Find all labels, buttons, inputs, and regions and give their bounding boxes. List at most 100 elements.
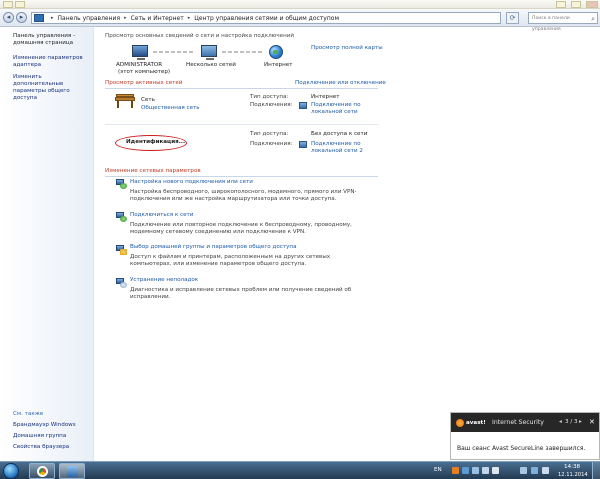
- address-bar: ◂ ▸ ▸ Панель управления ▸ Сеть и Интерне…: [0, 9, 600, 32]
- change-settings-heading: Изменение сетевых параметров: [105, 168, 201, 174]
- change-adapter-settings-link[interactable]: Изменение параметров адаптера: [13, 55, 91, 69]
- task-homegroup-link[interactable]: Выбор домашней группы и параметров общег…: [130, 244, 297, 251]
- left-pane: Панель управления - домашняя страница Из…: [0, 27, 94, 461]
- map-connector: [153, 51, 195, 53]
- clock-time[interactable]: 14:38: [564, 464, 580, 470]
- refresh-button[interactable]: ⟳: [506, 12, 519, 24]
- see-also-heading: См. также: [13, 411, 44, 417]
- network1-access-value: Интернет: [311, 94, 340, 100]
- back-button[interactable]: ◂: [3, 12, 14, 23]
- network2-access-label: Тип доступа:: [250, 131, 289, 137]
- notification-counter: 3 / 3: [565, 419, 578, 425]
- homegroup-icon: [116, 245, 127, 255]
- close-button[interactable]: [586, 1, 598, 8]
- task-homegroup-desc: Доступ к файлам и принтерам, расположенн…: [130, 254, 331, 267]
- next-icon[interactable]: ▸: [579, 419, 582, 425]
- task-troubleshoot-desc: Диагностика и исправление сетевых пробле…: [130, 287, 352, 300]
- network-icon: [201, 45, 217, 60]
- map-node-internet: Интернет: [264, 62, 293, 68]
- advanced-sharing-link[interactable]: Изменить дополнительные параметры общего…: [13, 74, 93, 102]
- network-tray-icon[interactable]: [482, 467, 489, 474]
- tray-icon[interactable]: [520, 467, 527, 474]
- internet-globe-icon: [269, 45, 283, 59]
- main-content: Просмотр основных сведений о сети и наст…: [95, 27, 600, 461]
- task-connect-link[interactable]: Подключиться к сети: [130, 212, 193, 219]
- breadcrumb[interactable]: ▸ Панель управления ▸ Сеть и Интернет ▸ …: [31, 12, 501, 24]
- control-panel-icon: [34, 14, 44, 22]
- clock-date[interactable]: 12.11.2014: [558, 472, 588, 478]
- minimize-button[interactable]: [556, 1, 566, 8]
- notification-header: avast! Internet Security ◂ 3 / 3 ▸ ✕: [451, 413, 599, 432]
- toolbar-button[interactable]: [15, 1, 25, 8]
- start-button[interactable]: [3, 463, 19, 479]
- network1-type-link[interactable]: Общественная сеть: [141, 105, 200, 112]
- divider: [105, 88, 378, 89]
- network1-access-label: Тип доступа:: [250, 94, 289, 100]
- avast-logo-icon: [456, 418, 464, 427]
- computer-icon: [132, 45, 148, 60]
- chevron-right-icon: ▸: [51, 15, 54, 21]
- tray-icon[interactable]: [472, 467, 479, 474]
- network2-conn-label: Подключения:: [250, 141, 293, 147]
- top-toolbar: [0, 0, 600, 9]
- flag-icon[interactable]: [542, 467, 549, 474]
- task-new-connection-link[interactable]: Настройка нового подключения или сети: [130, 179, 253, 186]
- breadcrumb-item[interactable]: Центр управления сетями и общим доступом: [194, 15, 339, 22]
- breadcrumb-item[interactable]: Панель управления: [58, 15, 121, 22]
- previous-icon[interactable]: ◂: [559, 419, 562, 425]
- tray-icon[interactable]: [531, 467, 538, 474]
- avast-notification: avast! Internet Security ◂ 3 / 3 ▸ ✕ Ваш…: [450, 412, 600, 460]
- public-network-bench-icon: [115, 94, 135, 108]
- avast-brand: avast!: [466, 419, 486, 426]
- map-node-computer: ADMINISTRATOR: [116, 62, 163, 68]
- connect-to-network-icon: [116, 212, 127, 222]
- network2-identifying: Идентификация...: [126, 139, 186, 145]
- forward-button[interactable]: ▸: [16, 12, 27, 23]
- chevron-right-icon: ▸: [124, 15, 127, 21]
- network2-access-value: Без доступа к сети: [311, 131, 368, 137]
- new-connection-icon: [116, 179, 127, 189]
- show-desktop-button[interactable]: [592, 462, 600, 479]
- network-adapter-icon: [299, 102, 307, 109]
- divider: [105, 176, 378, 177]
- search-input[interactable]: Поиск в панели управления ⌕: [528, 12, 598, 32]
- notification-message: Ваш сеанс Avast SecureLine завершился.: [457, 445, 586, 452]
- page-heading: Просмотр основных сведений о сети и наст…: [105, 33, 295, 39]
- network-adapter-icon: [299, 141, 307, 148]
- notification-title: Internet Security: [492, 419, 544, 426]
- network2-conn-link[interactable]: Подключение по локальной сети 2: [311, 141, 371, 155]
- breadcrumb-item[interactable]: Сеть и Интернет: [131, 15, 184, 22]
- control-panel-icon: [67, 466, 78, 477]
- task-connect-desc: Подключение или повторное подключение к …: [130, 222, 352, 235]
- volume-icon[interactable]: [492, 467, 499, 474]
- map-node-computer-sub: (этот компьютер): [118, 69, 171, 75]
- avast-tray-icon[interactable]: [452, 467, 459, 474]
- network1-conn-label: Подключения:: [250, 102, 293, 108]
- see-also-firewall[interactable]: Брандмауэр Windows: [13, 422, 76, 429]
- task-new-connection-desc: Настройка беспроводного, широкополосного…: [130, 189, 357, 202]
- language-indicator[interactable]: EN: [434, 467, 442, 473]
- see-also-browser-props[interactable]: Свойства браузера: [13, 444, 69, 451]
- tray-icon[interactable]: [462, 467, 469, 474]
- chevron-right-icon: ▸: [187, 15, 191, 21]
- map-connector: [222, 51, 264, 53]
- connect-disconnect-link[interactable]: Подключение или отключение: [295, 80, 386, 87]
- control-panel-home-link[interactable]: Панель управления - домашняя страница: [13, 33, 91, 47]
- taskbar-control-panel[interactable]: [59, 463, 85, 479]
- map-node-networks: Несколько сетей: [186, 62, 236, 68]
- see-also-homegroup[interactable]: Домашняя группа: [13, 433, 66, 440]
- toolbar-button[interactable]: [3, 1, 13, 8]
- chrome-icon: [37, 466, 48, 477]
- avast-logo: avast!: [456, 418, 486, 427]
- full-map-link[interactable]: Просмотр полной карты: [311, 45, 383, 52]
- network1-name: Сеть: [141, 97, 155, 103]
- close-icon[interactable]: ✕: [589, 418, 595, 426]
- taskbar: EN 14:38 12.11.2014: [0, 461, 600, 479]
- taskbar-chrome[interactable]: [29, 463, 55, 479]
- search-icon: ⌕: [591, 15, 595, 23]
- network1-conn-link[interactable]: Подключение по локальной сети: [311, 102, 367, 116]
- troubleshoot-icon: [116, 278, 127, 288]
- task-troubleshoot-link[interactable]: Устранение неполадок: [130, 277, 198, 284]
- maximize-button[interactable]: [571, 1, 581, 8]
- active-networks-heading: Просмотр активных сетей: [105, 80, 183, 86]
